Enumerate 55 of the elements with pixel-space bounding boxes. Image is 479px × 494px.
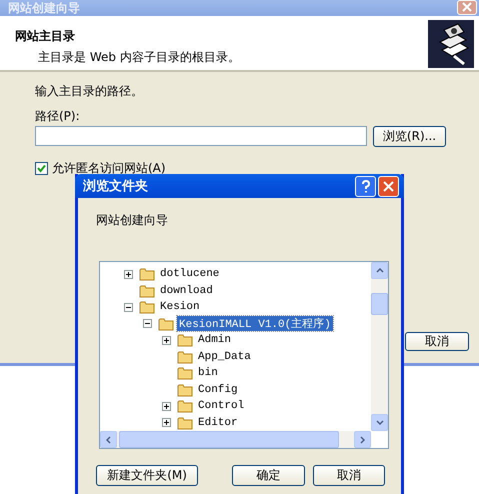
- path-field[interactable]: [35, 126, 367, 146]
- close-icon: [462, 2, 472, 12]
- ok-button[interactable]: 确定: [232, 465, 305, 486]
- browse-button[interactable]: 浏览(R)...: [373, 126, 446, 147]
- page-subtitle: 主目录是 Web 内容子目录的根目录。: [37, 49, 240, 66]
- server-icon: [428, 20, 474, 68]
- collapse-toggle[interactable]: [124, 302, 133, 312]
- cancel-button[interactable]: 取消: [312, 465, 386, 486]
- cancel-button[interactable]: 取消: [405, 332, 469, 351]
- horizontal-scrollbar[interactable]: [100, 431, 371, 448]
- folder-item[interactable]: Config: [196, 384, 240, 396]
- close-icon: [383, 180, 394, 192]
- collapse-toggle[interactable]: [143, 319, 152, 328]
- folder-icon: [177, 333, 193, 348]
- expand-toggle[interactable]: [124, 270, 133, 279]
- new-folder-button[interactable]: 新建文件夹(M): [96, 465, 198, 486]
- folder-icon: [177, 366, 193, 380]
- folder-icon: [177, 382, 193, 397]
- folder-icon: [177, 416, 193, 430]
- folder-item[interactable]: Kesion: [158, 301, 202, 314]
- folder-icon: [139, 284, 155, 298]
- folder-icon: [158, 316, 174, 331]
- expand-toggle[interactable]: [162, 402, 171, 411]
- close-button[interactable]: [378, 176, 399, 196]
- plus-icon: [163, 336, 170, 344]
- plus-icon: [125, 270, 132, 278]
- folder-icon: [177, 350, 193, 364]
- folder-icon: [177, 399, 193, 414]
- expand-toggle[interactable]: [162, 418, 171, 428]
- folder-item[interactable]: Admin: [196, 334, 234, 346]
- folder-item[interactable]: KesionIMALL V1.0(主程序): [177, 316, 333, 332]
- page-title: 网站主目录: [15, 28, 76, 45]
- expand-toggle[interactable]: [162, 336, 171, 345]
- help-button[interactable]: [355, 176, 376, 196]
- dialog-description: 网站创建向导: [96, 212, 169, 229]
- folder-item[interactable]: Editor: [196, 416, 240, 429]
- folder-icon: [139, 300, 155, 314]
- window-title: 网站创建向导: [8, 1, 80, 15]
- checkbox-label: 允许匿名访问网站(A): [52, 161, 166, 175]
- scroll-thumb[interactable]: [371, 293, 388, 315]
- plus-icon: [163, 402, 170, 410]
- folder-item[interactable]: download: [158, 284, 215, 297]
- dialog-title: 浏览文件夹: [83, 178, 148, 195]
- checkbox[interactable]: [35, 162, 48, 174]
- folder-item[interactable]: bin: [196, 367, 220, 380]
- folder-item[interactable]: Control: [196, 400, 246, 412]
- help-icon: [360, 180, 370, 192]
- folder-item[interactable]: App_Data: [196, 350, 253, 363]
- scroll-thumb[interactable]: [119, 431, 339, 448]
- folder-icon: [139, 267, 155, 282]
- path-label: 路径(P):: [35, 109, 81, 123]
- prompt-text: 输入主目录的路径。: [35, 84, 144, 98]
- vertical-scrollbar[interactable]: [371, 262, 388, 431]
- plus-icon: [163, 419, 170, 426]
- folder-item[interactable]: dotlucene: [158, 268, 222, 280]
